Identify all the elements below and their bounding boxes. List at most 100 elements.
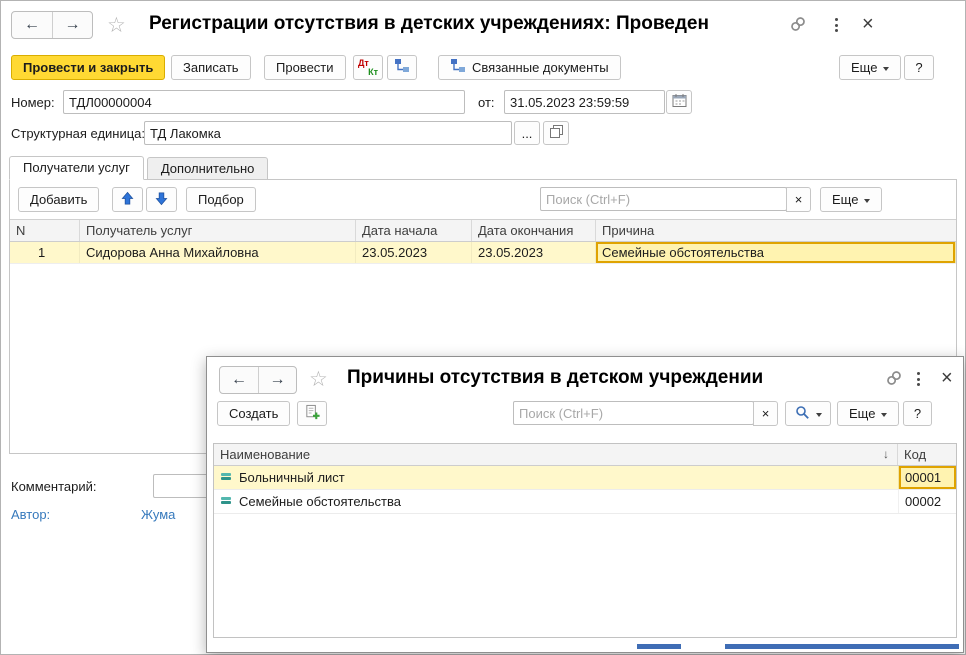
- header-n[interactable]: N: [10, 220, 80, 241]
- menu-kebab-icon[interactable]: [911, 370, 926, 388]
- recipients-table: N Получатель услуг Дата начала Дата окон…: [10, 219, 956, 264]
- more-button[interactable]: Еще: [839, 55, 901, 80]
- create-group-button[interactable]: [297, 401, 327, 426]
- author-link[interactable]: Жума: [141, 507, 175, 522]
- search-options-button[interactable]: [785, 401, 831, 426]
- magnifier-icon: [795, 405, 810, 423]
- search-input[interactable]: [513, 401, 754, 425]
- add-button[interactable]: Добавить: [18, 187, 99, 212]
- document-structure-button[interactable]: [387, 55, 417, 80]
- related-documents-button[interactable]: Связанные документы: [438, 55, 621, 80]
- header-date-end[interactable]: Дата окончания: [472, 220, 596, 241]
- favorite-star-icon[interactable]: ☆: [309, 369, 328, 390]
- back-button[interactable]: ←: [220, 367, 258, 393]
- forward-arrow-icon: →: [270, 371, 286, 389]
- related-documents-icon: [450, 58, 466, 77]
- dtkt-postings-button[interactable]: Дт Кт: [353, 55, 383, 80]
- forward-button[interactable]: →: [52, 12, 92, 38]
- list-item[interactable]: Больничный лист 00001: [214, 466, 956, 490]
- post-and-close-button[interactable]: Провести и закрыть: [11, 55, 165, 80]
- scrollbar-thumb[interactable]: [637, 644, 681, 649]
- list-item-icon: [220, 466, 232, 489]
- save-button[interactable]: Записать: [171, 55, 251, 80]
- close-button[interactable]: ×: [862, 14, 874, 34]
- more-button[interactable]: Еще: [837, 401, 899, 426]
- move-up-button[interactable]: [112, 187, 143, 212]
- reason-code[interactable]: 00002: [898, 490, 956, 513]
- tab-recipients[interactable]: Получатели услуг: [9, 156, 144, 180]
- structural-unit-input[interactable]: [144, 121, 512, 145]
- nav-arrows-group: ← →: [219, 366, 297, 394]
- reason-code-selected[interactable]: 00001: [898, 466, 956, 489]
- arrow-down-icon: [154, 191, 169, 209]
- pick-button[interactable]: Подбор: [186, 187, 256, 212]
- header-reason[interactable]: Причина: [596, 220, 956, 241]
- forward-arrow-icon: →: [65, 16, 81, 34]
- kt-icon-label: Кт: [368, 67, 378, 77]
- reason-name[interactable]: Семейные обстоятельства: [239, 490, 401, 513]
- chevron-down-icon: [883, 67, 889, 74]
- chevron-down-icon: [816, 413, 822, 420]
- list-more-button[interactable]: Еще: [820, 187, 882, 212]
- table-header-row: N Получатель услуг Дата начала Дата окон…: [10, 220, 956, 242]
- menu-kebab-icon[interactable]: [829, 16, 844, 34]
- clear-search-button[interactable]: ×: [786, 187, 811, 212]
- list-item[interactable]: Семейные обстоятельства 00002: [214, 490, 956, 514]
- open-value-button[interactable]: [543, 121, 569, 145]
- cell-recipient[interactable]: Сидорова Анна Михайловна: [80, 242, 356, 263]
- back-button[interactable]: ←: [12, 12, 52, 38]
- list-item-icon: [220, 490, 232, 513]
- header-name-label: Наименование: [220, 447, 310, 462]
- related-documents-icon: [394, 58, 410, 77]
- chevron-down-icon: [881, 413, 887, 420]
- header-date-start[interactable]: Дата начала: [356, 220, 472, 241]
- related-documents-label: Связанные документы: [472, 60, 609, 75]
- date-input[interactable]: [504, 90, 665, 114]
- back-arrow-icon: ←: [24, 16, 40, 34]
- cell-date-start[interactable]: 23.05.2023: [356, 242, 472, 263]
- new-document-plus-icon: [304, 404, 321, 424]
- tab-bar: Получатели услуг Дополнительно: [9, 156, 271, 180]
- more-label: Еще: [849, 406, 875, 421]
- author-label: Автор:: [11, 507, 50, 522]
- forward-button[interactable]: →: [258, 367, 296, 393]
- window-title: Регистрации отсутствия в детских учрежде…: [149, 13, 709, 35]
- create-button[interactable]: Создать: [217, 401, 290, 426]
- open-in-new-icon: [549, 124, 564, 142]
- date-label: от:: [478, 95, 495, 110]
- cell-reason-selected[interactable]: Семейные обстоятельства: [596, 242, 956, 263]
- post-button[interactable]: Провести: [264, 55, 346, 80]
- help-button[interactable]: ?: [904, 55, 934, 80]
- reason-name[interactable]: Больничный лист: [239, 466, 345, 489]
- favorite-star-icon[interactable]: ☆: [107, 15, 126, 36]
- table-header-row: Наименование ↓ Код: [214, 444, 956, 466]
- more-label: Еще: [832, 192, 858, 207]
- cell-n[interactable]: 1: [10, 242, 80, 263]
- tab-additional[interactable]: Дополнительно: [147, 157, 269, 180]
- scrollbar-thumb[interactable]: [725, 644, 959, 649]
- help-button[interactable]: ?: [903, 401, 932, 426]
- link-icon[interactable]: [885, 369, 903, 390]
- reasons-list-window: ← → ☆ Причины отсутствия в детском учреж…: [206, 356, 964, 653]
- link-icon[interactable]: [789, 15, 807, 36]
- choose-value-button[interactable]: ...: [514, 121, 540, 145]
- comment-label: Комментарий:: [11, 479, 97, 494]
- move-down-button[interactable]: [146, 187, 177, 212]
- number-input[interactable]: [63, 90, 465, 114]
- sort-descending-icon: ↓: [883, 444, 889, 465]
- header-recipient[interactable]: Получатель услуг: [80, 220, 356, 241]
- more-label: Еще: [851, 60, 877, 75]
- cell-date-end[interactable]: 23.05.2023: [472, 242, 596, 263]
- search-input[interactable]: [540, 187, 787, 211]
- calendar-button[interactable]: [666, 90, 692, 114]
- window-title: Причины отсутствия в детском учреждении: [347, 367, 763, 389]
- header-code[interactable]: Код: [898, 444, 956, 465]
- reasons-table: Наименование ↓ Код Больничный лист 00001…: [213, 443, 957, 638]
- arrow-up-icon: [120, 191, 135, 209]
- close-button[interactable]: ×: [941, 368, 953, 388]
- clear-search-button[interactable]: ×: [753, 401, 778, 426]
- header-name[interactable]: Наименование ↓: [214, 444, 898, 465]
- structural-unit-label: Структурная единица:: [11, 126, 145, 141]
- table-row[interactable]: 1 Сидорова Анна Михайловна 23.05.2023 23…: [10, 242, 956, 264]
- calendar-icon: [672, 93, 687, 111]
